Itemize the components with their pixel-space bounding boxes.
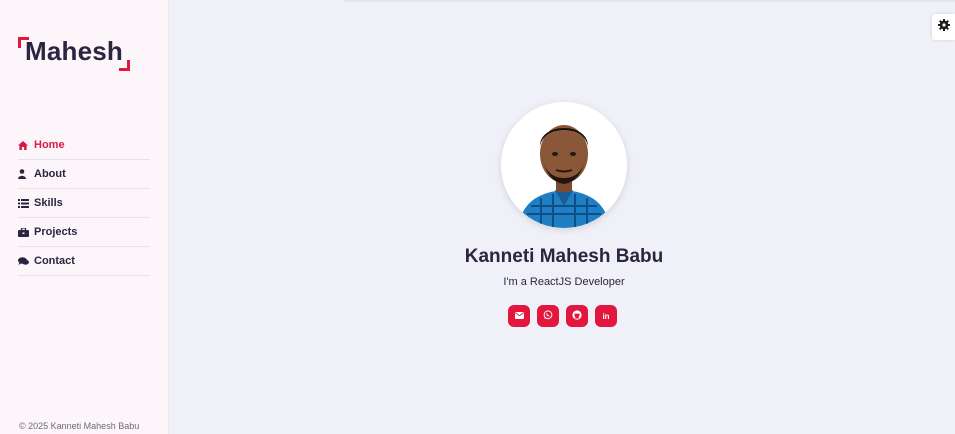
nav-item-home[interactable]: Home bbox=[18, 131, 150, 160]
briefcase-icon bbox=[18, 227, 34, 237]
logo[interactable]: Mahesh bbox=[18, 36, 130, 71]
github-icon bbox=[572, 310, 582, 322]
linkedin-icon: in bbox=[602, 311, 610, 321]
sidebar: Mahesh Home About Skills Projects Contac… bbox=[0, 0, 169, 434]
main-nav: Home About Skills Projects Contact bbox=[18, 131, 150, 276]
user-icon bbox=[18, 169, 34, 179]
nav-item-label: About bbox=[34, 168, 66, 180]
github-link[interactable] bbox=[566, 305, 588, 327]
profile-name: Kanneti Mahesh Babu bbox=[464, 246, 664, 267]
logo-corner-bottom-right bbox=[119, 60, 130, 71]
profile-tagline: I'm a ReactJS Developer bbox=[503, 276, 625, 288]
avatar bbox=[501, 102, 627, 228]
linkedin-link[interactable]: in bbox=[595, 305, 617, 327]
social-links: in bbox=[508, 305, 617, 327]
email-link[interactable] bbox=[508, 305, 530, 327]
list-icon bbox=[18, 198, 34, 208]
nav-item-label: Skills bbox=[34, 197, 63, 209]
whatsapp-link[interactable] bbox=[537, 305, 559, 327]
nav-item-skills[interactable]: Skills bbox=[18, 189, 150, 218]
nav-item-about[interactable]: About bbox=[18, 160, 150, 189]
nav-item-projects[interactable]: Projects bbox=[18, 218, 150, 247]
nav-item-label: Home bbox=[34, 139, 65, 151]
envelope-icon bbox=[514, 311, 524, 321]
footer-copyright: © 2025 Kanneti Mahesh Babu bbox=[19, 421, 140, 431]
nav-item-label: Projects bbox=[34, 226, 78, 238]
nav-item-label: Contact bbox=[34, 255, 75, 267]
home-icon bbox=[18, 140, 34, 150]
nav-item-contact[interactable]: Contact bbox=[18, 247, 150, 276]
whatsapp-icon bbox=[543, 310, 553, 322]
hero-section: Kanneti Mahesh Babu I'm a ReactJS Develo… bbox=[169, 0, 955, 434]
logo-text: Mahesh bbox=[25, 36, 124, 66]
comments-icon bbox=[18, 256, 34, 266]
